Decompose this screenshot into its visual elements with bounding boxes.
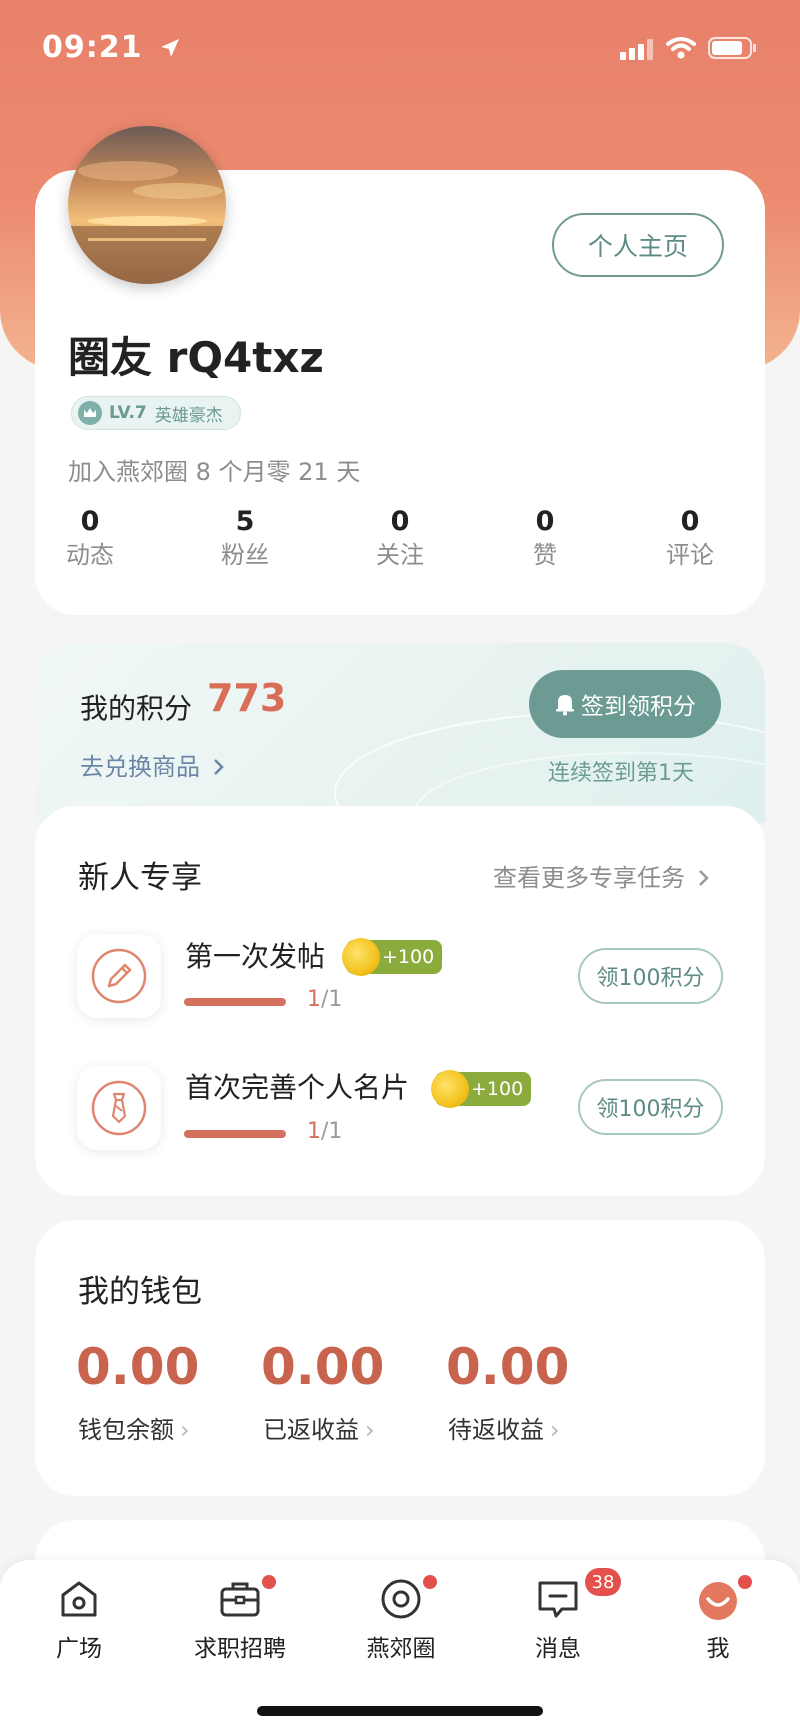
tab-plaza[interactable]: 广场 [4,1575,154,1663]
reward-badge: +100 [431,1070,531,1108]
chevron-right-icon: › [365,1416,375,1444]
wifi-icon [666,37,696,59]
wallet-balance-label[interactable]: 钱包余额 › [78,1410,190,1445]
tab-label: 我 [706,1636,730,1662]
stat-label: 评论 [666,541,714,569]
reward-badge: +100 [342,938,442,976]
coin-icon [342,938,380,976]
redeem-goods-link[interactable]: 去兑换商品 [80,747,226,782]
profile-stats: 0 动态 5 粉丝 0 关注 0 赞 0 评论 [35,505,765,575]
signal-icon [620,39,653,60]
signin-streak-text: 连续签到第1天 [548,761,694,786]
status-time: 09:21 [42,30,182,65]
status-icons [620,36,770,64]
tie-icon [91,1080,147,1136]
message-count-badge: 38 [585,1568,621,1596]
tab-label: 燕郊圈 [366,1636,436,1662]
tab-label: 消息 [535,1636,581,1662]
stat-value: 0 [390,506,410,537]
bell-icon [556,695,574,716]
battery-icon [708,37,756,59]
pending-earnings-value[interactable]: 0.00 [446,1338,569,1396]
chevron-right-icon: › [550,1416,560,1444]
home-icon [61,1581,97,1617]
tab-jobs[interactable]: 求职招聘 [165,1575,315,1663]
newbie-section-title: 新人专享 [78,860,202,896]
wallet-balance-value[interactable]: 0.00 [76,1338,199,1396]
message-icon [538,1581,578,1618]
tab-label: 广场 [56,1636,102,1662]
stat-likes[interactable]: 0 赞 [490,505,600,571]
signin-button[interactable]: 签到领积分 [529,670,721,738]
status-bar: 09:21 [0,0,800,96]
wallet-section-title: 我的钱包 [78,1274,202,1310]
avatar[interactable] [68,126,226,284]
tab-label: 求职招聘 [194,1636,286,1662]
returned-earnings-label[interactable]: 已返收益 › [263,1410,375,1445]
chevron-right-icon [698,870,709,886]
stat-comments[interactable]: 0 评论 [635,505,745,571]
points-title: 我的积分 [80,692,193,725]
home-indicator [257,1706,543,1716]
stat-label: 动态 [66,541,114,569]
coin-icon [431,1070,469,1108]
join-duration-text: 加入燕郊圈 8 个月零 21 天 [68,458,361,486]
stat-label: 粉丝 [221,541,269,569]
stat-value: 0 [680,506,700,537]
crown-icon [78,401,102,425]
circle-icon [381,1579,421,1619]
stat-posts[interactable]: 0 动态 [35,505,145,571]
username: 圈友 rQ4txz [68,333,324,382]
me-icon [699,1582,737,1620]
returned-earnings-value[interactable]: 0.00 [261,1338,384,1396]
location-arrow-icon [160,39,179,57]
more-tasks-link[interactable]: 查看更多专享任务 [493,858,711,893]
task-progress-text: 1/1 [307,1119,343,1144]
claim-points-button[interactable]: 领100积分 [578,1079,723,1135]
pencil-icon [91,948,147,1004]
stat-value: 5 [235,506,255,537]
chevron-right-icon: › [180,1416,190,1444]
task-progress-text: 1/1 [307,987,343,1012]
level-text: LV.7 [109,403,147,423]
stat-label: 关注 [376,541,424,569]
task-icon-box [77,934,161,1018]
task-title: 首次完善个人名片 [185,1071,410,1104]
notification-dot [423,1575,437,1589]
stat-value: 0 [535,506,555,537]
briefcase-icon [220,1582,260,1617]
stat-fans[interactable]: 5 粉丝 [190,505,300,571]
level-title: 英雄豪杰 [154,405,223,426]
tab-yanjiao-circle[interactable]: 燕郊圈 [326,1575,476,1663]
stat-following[interactable]: 0 关注 [345,505,455,571]
claim-points-button[interactable]: 领100积分 [578,948,723,1004]
task-icon-box [77,1066,161,1150]
pending-earnings-label[interactable]: 待返收益 › [448,1410,560,1445]
personal-homepage-button[interactable]: 个人主页 [552,213,724,277]
notification-dot [738,1575,752,1589]
stat-label: 赞 [533,541,557,569]
tab-me[interactable]: 我 [643,1575,793,1663]
task-progress-bar [184,1130,286,1138]
notification-dot [262,1575,276,1589]
chevron-right-icon [213,759,224,775]
stat-value: 0 [80,506,100,537]
task-progress-bar [184,998,286,1006]
task-title: 第一次发帖 [185,940,326,973]
level-badge[interactable]: LV.7 英雄豪杰 [71,396,241,430]
points-value: 773 [207,676,287,720]
